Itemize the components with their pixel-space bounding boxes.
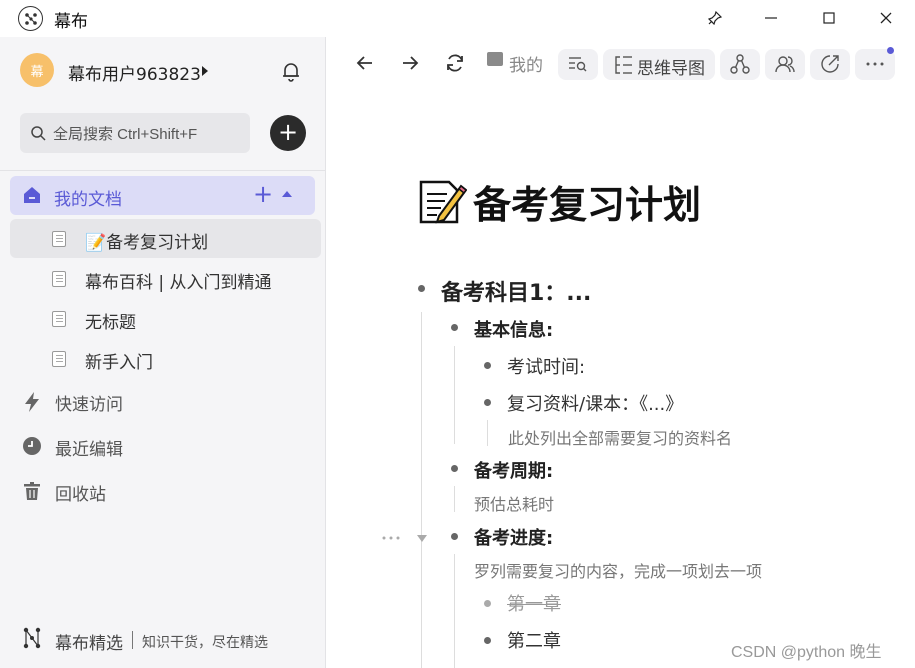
- outline-node-subject[interactable]: 备考科目1：...: [441, 275, 591, 307]
- mubu-logo-icon: [18, 6, 43, 31]
- indent-guide: [421, 312, 422, 668]
- bullet-icon[interactable]: [451, 465, 458, 472]
- sidebar-item-label: 我的文档: [54, 190, 122, 210]
- home-icon: [24, 187, 40, 203]
- featured-title: 幕布精选: [55, 634, 123, 654]
- indent-guide: [454, 554, 455, 668]
- title-bar: 幕布: [0, 0, 915, 36]
- trash-icon: [24, 482, 40, 500]
- forward-arrow-icon[interactable]: [397, 50, 423, 76]
- sidebar-item-label: 回收站: [55, 485, 106, 505]
- bullet-icon[interactable]: [418, 285, 425, 292]
- folder-icon: [487, 52, 503, 66]
- app-window: 幕布 幕 幕布用户963823 全局搜索 Ctrl+Shift+F + 我的文档: [0, 0, 915, 668]
- refresh-icon[interactable]: [442, 50, 468, 76]
- mindmap-button[interactable]: 思维导图: [603, 49, 715, 80]
- app-title: 幕布: [54, 12, 88, 32]
- memo-icon: [419, 180, 467, 224]
- sidebar-item-quick-access[interactable]: 快速访问: [10, 381, 315, 421]
- close-button[interactable]: [873, 6, 899, 30]
- share-button[interactable]: [720, 49, 760, 80]
- clock-icon: [23, 437, 41, 455]
- sidebar-item-recent[interactable]: 最近编辑: [10, 426, 315, 466]
- user-menu-caret-icon[interactable]: [202, 66, 208, 76]
- document-icon: [52, 231, 66, 247]
- collaborate-button[interactable]: [765, 49, 805, 80]
- doc-item-untitled[interactable]: 无标题: [10, 299, 321, 338]
- featured-tagline: 知识干货，尽在精选: [142, 635, 268, 651]
- pin-icon[interactable]: [702, 6, 728, 30]
- outline-node-materials[interactable]: 复习资料/课本：《...》: [507, 390, 683, 416]
- document-title[interactable]: 备考复习计划: [473, 174, 701, 229]
- document-icon: [52, 271, 66, 287]
- toolbar: 我的 思维导图: [327, 37, 915, 89]
- export-button[interactable]: [810, 49, 850, 80]
- collapse-triangle-icon[interactable]: [416, 533, 428, 543]
- outline-node-basic-info[interactable]: 基本信息:: [474, 316, 553, 342]
- doc-item-encyclopedia[interactable]: 幕布百科 | 从入门到精通: [10, 259, 321, 298]
- find-button[interactable]: [558, 49, 598, 80]
- mubu-logo-icon: [23, 627, 41, 649]
- sidebar-item-label: 最近编辑: [55, 440, 123, 460]
- lightning-icon: [25, 392, 39, 412]
- bullet-icon[interactable]: [484, 399, 491, 406]
- divider: [132, 631, 133, 649]
- drag-handle-icon[interactable]: [381, 535, 401, 541]
- bullet-icon[interactable]: [451, 533, 458, 540]
- bullet-icon[interactable]: [484, 637, 491, 644]
- doc-item-label: 无标题: [85, 313, 136, 333]
- doc-item-label: 📝备考复习计划: [85, 233, 209, 253]
- username[interactable]: 幕布用户963823: [68, 60, 201, 85]
- bullet-icon[interactable]: [484, 600, 491, 607]
- add-document-icon[interactable]: +: [253, 180, 273, 208]
- maximize-button[interactable]: [816, 6, 842, 30]
- bullet-icon[interactable]: [451, 324, 458, 331]
- avatar[interactable]: 幕: [20, 53, 54, 87]
- document-icon: [52, 351, 66, 367]
- sidebar-item-my-documents[interactable]: 我的文档 +: [10, 176, 315, 215]
- outline-node-cycle[interactable]: 备考周期:: [474, 457, 553, 483]
- global-search-input[interactable]: 全局搜索 Ctrl+Shift+F: [20, 113, 250, 153]
- minimize-button[interactable]: [758, 6, 784, 30]
- outline-note-cycle[interactable]: 预估总耗时: [474, 491, 554, 515]
- indent-guide: [454, 346, 455, 444]
- mindmap-label: 思维导图: [637, 59, 705, 79]
- featured-link[interactable]: 幕布精选 知识干货，尽在精选: [22, 627, 322, 654]
- outline-node-chapter-2[interactable]: 第二章: [507, 627, 561, 653]
- users-icon: [775, 56, 795, 73]
- watermark: CSDN @python 晚生: [731, 644, 882, 661]
- outline-node-chapter-1[interactable]: 第一章: [507, 590, 561, 616]
- bullet-icon[interactable]: [484, 362, 491, 369]
- bell-icon[interactable]: [279, 59, 303, 83]
- doc-item-label: 新手入门: [85, 353, 153, 373]
- mindmap-icon: [615, 56, 632, 74]
- doc-item-label: 幕布百科 | 从入门到精通: [85, 273, 272, 293]
- search-icon: [31, 126, 46, 141]
- search-placeholder: 全局搜索 Ctrl+Shift+F: [53, 126, 198, 143]
- export-icon: [821, 55, 839, 73]
- divider: [0, 170, 326, 171]
- document-icon: [52, 311, 66, 327]
- share-nodes-icon: [730, 54, 750, 74]
- collapse-caret-icon[interactable]: [282, 191, 292, 197]
- sidebar-item-label: 快速访问: [55, 395, 123, 415]
- find-icon: [569, 57, 587, 72]
- back-arrow-icon[interactable]: [352, 50, 378, 76]
- more-icon: [866, 62, 884, 66]
- notification-dot: [887, 47, 894, 54]
- outline-note-progress[interactable]: 罗列需要复习的内容，完成一项划去一项: [474, 558, 762, 582]
- sidebar-item-trash[interactable]: 回收站: [10, 471, 315, 511]
- outline-node-exam-time[interactable]: 考试时间:: [507, 353, 585, 379]
- outline-node-progress[interactable]: 备考进度:: [474, 524, 553, 550]
- indent-guide: [454, 486, 455, 512]
- document-body: 备考复习计划 备考科目1：... 基本信息: 考试时间: 复习资料/课本：《..…: [327, 90, 915, 668]
- doc-item-getting-started[interactable]: 新手入门: [10, 339, 321, 378]
- doc-item-exam-plan[interactable]: 📝备考复习计划: [10, 219, 321, 258]
- outline-note-materials[interactable]: 此处列出全部需要复习的资料名: [508, 425, 732, 449]
- breadcrumb[interactable]: 我的: [509, 51, 543, 76]
- new-document-button[interactable]: +: [270, 115, 306, 151]
- indent-guide: [487, 420, 488, 446]
- sidebar: 幕 幕布用户963823 全局搜索 Ctrl+Shift+F + 我的文档 + …: [0, 37, 326, 668]
